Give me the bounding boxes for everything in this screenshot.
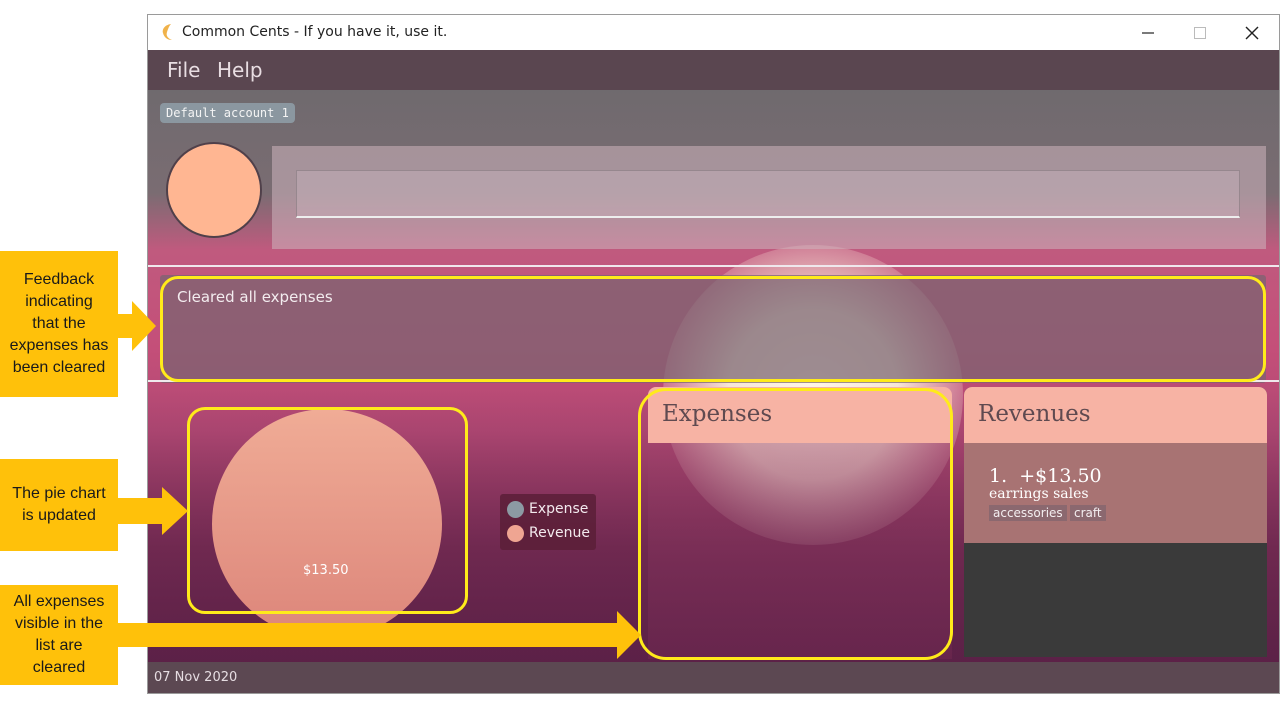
annotation-arrows [118, 301, 641, 659]
pie-arrow [118, 487, 188, 535]
feedback-arrow [118, 301, 156, 351]
list-arrow [118, 611, 641, 659]
